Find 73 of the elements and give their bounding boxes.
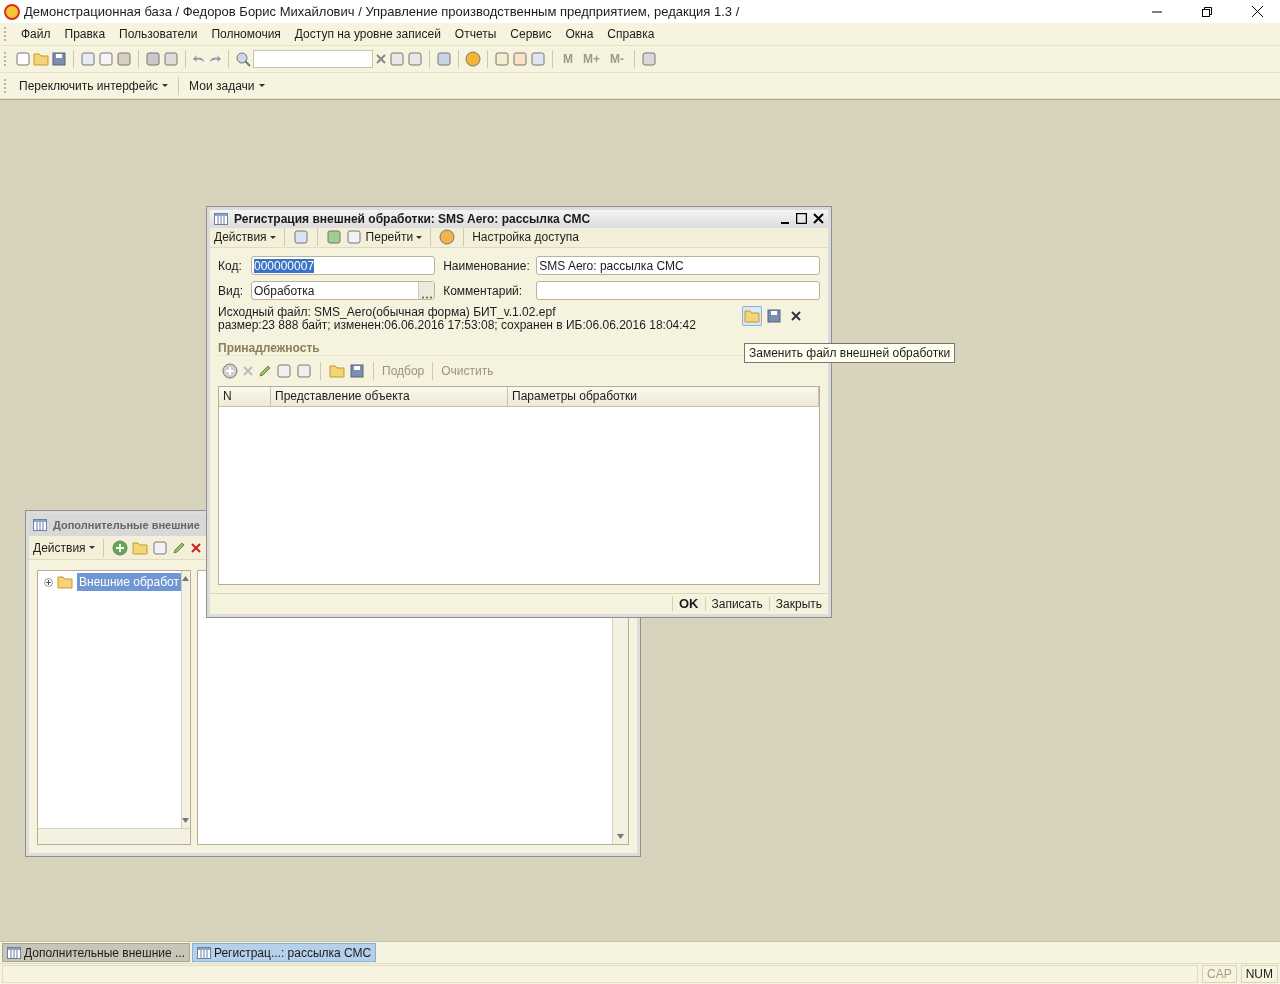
dialog-button[interactable]: OK	[672, 596, 705, 612]
file-info-text: Исходный файл: SMS_Aero(обычная форма) БИТ_v.1.02.epf	[218, 305, 557, 319]
save-icon[interactable]	[349, 362, 365, 379]
dialog-button[interactable]: Закрыть	[768, 596, 828, 611]
field-label: Вид:	[218, 283, 245, 298]
folder-icon	[57, 575, 73, 589]
dialog-button[interactable]: Записать	[704, 596, 769, 611]
folder-icon[interactable]	[329, 363, 345, 378]
window-title: Дополнительные внешние	[53, 519, 201, 531]
select-button[interactable]	[418, 282, 435, 300]
search-icon[interactable]	[235, 51, 251, 67]
scroll-down-icon[interactable]	[617, 834, 624, 839]
window-title: Регистрация внешней обработки: SMS Aero: рассылка СМС	[234, 211, 592, 226]
tooltip: Заменить файл внешней обработки	[744, 343, 956, 363]
kind-field[interactable]: Обработка	[251, 281, 436, 301]
actions-menu[interactable]: Действия	[33, 540, 95, 555]
app-logo-icon	[4, 3, 20, 20]
form-icon	[214, 212, 228, 225]
close-icon[interactable]	[1251, 6, 1263, 17]
scrollbar[interactable]	[38, 828, 190, 844]
form-icon	[7, 946, 21, 959]
panel-button[interactable]: Переключить интерфейс	[15, 78, 173, 93]
replace-file-button[interactable]	[742, 305, 762, 326]
form-icon	[33, 519, 47, 531]
status-indicator: NUM	[1240, 965, 1278, 983]
app-title: Демонстрационная база / Федоров Борис Михайлович / Управление производственным предприятием, редакция 1.3 /	[24, 4, 741, 19]
menu-item[interactable]: Окна	[559, 27, 600, 41]
name-field[interactable]: SMS Aero: рассылка СМС	[536, 256, 820, 276]
open-folder-icon[interactable]	[33, 52, 49, 66]
restore-icon[interactable]	[1202, 6, 1212, 17]
scroll-down-icon[interactable]	[182, 818, 190, 823]
pencil-icon[interactable]	[258, 363, 272, 378]
file-info-text: размер:23 888 байт; изменен:06.06.2016 17:53:08; сохранен в ИБ:06.06.2016 18:04:42	[218, 318, 697, 332]
field-label: Наименование:	[443, 258, 531, 273]
menu-item[interactable]: Полномочия	[205, 27, 287, 41]
scroll-up-icon[interactable]	[182, 576, 190, 581]
column-header[interactable]: Представление объекта	[271, 386, 508, 406]
code-value: 000000007	[254, 258, 315, 273]
panel-button[interactable]: Мои задачи	[185, 78, 269, 93]
folder-icon	[744, 308, 760, 323]
maximize-icon[interactable]	[796, 213, 807, 225]
actions-menu[interactable]: Действия	[214, 230, 276, 245]
ellipsis-icon	[421, 296, 432, 300]
menu-item[interactable]: Отчеты	[448, 27, 503, 41]
expand-icon[interactable]	[44, 577, 53, 587]
menu-item[interactable]: Доступ на уровне записей	[288, 27, 447, 41]
comment-field[interactable]	[536, 281, 820, 301]
column-header[interactable]: N	[219, 386, 271, 406]
goto-menu[interactable]: Перейти	[365, 230, 423, 245]
delete-icon[interactable]	[189, 541, 202, 554]
menu-item[interactable]: Справка	[601, 27, 661, 41]
menu-item[interactable]: Пользователи	[113, 27, 204, 41]
field-label: Код:	[218, 258, 243, 273]
add-folder-icon[interactable]	[131, 540, 148, 555]
save-icon[interactable]	[51, 51, 67, 67]
search-field[interactable]	[253, 50, 373, 68]
form-icon	[196, 946, 211, 959]
clear-icon[interactable]	[375, 53, 387, 65]
taskbar-button[interactable]: Регистрац...: рассылка СМС	[191, 943, 377, 962]
add-icon[interactable]	[222, 362, 238, 379]
taskbar-button[interactable]: Дополнительные внешние ...	[2, 943, 190, 962]
close-icon[interactable]	[813, 213, 824, 225]
status-indicator: CAP	[1202, 965, 1237, 983]
scrollbar[interactable]	[180, 571, 190, 828]
access-settings-button[interactable]: Настройка доступа	[472, 230, 580, 245]
add-icon[interactable]	[111, 539, 128, 556]
menu-item[interactable]: Правка	[58, 27, 112, 41]
code-field[interactable]: 000000007	[251, 256, 436, 276]
column-header[interactable]: Параметры обработки	[508, 386, 819, 406]
menu-item[interactable]: Сервис	[504, 27, 558, 41]
pencil-icon[interactable]	[171, 540, 186, 555]
menu-item[interactable]: Файл	[15, 27, 57, 41]
field-label: Комментарий:	[443, 283, 524, 298]
